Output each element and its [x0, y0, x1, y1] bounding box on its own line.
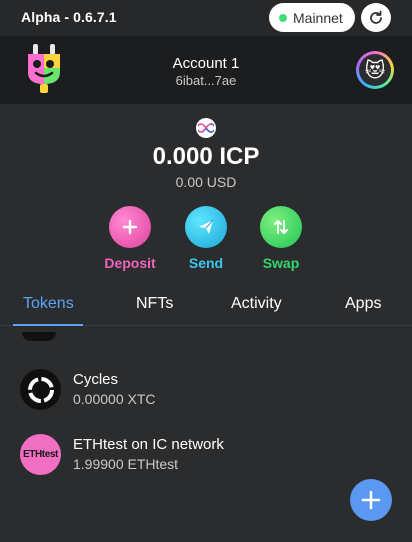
tab-tokens[interactable]: Tokens: [23, 295, 74, 313]
network-label: Mainnet: [293, 9, 343, 26]
top-bar: Alpha - 0.6.7.1 Mainnet: [0, 0, 412, 36]
token-icon-partial: [22, 332, 56, 341]
swap-label: Swap: [262, 255, 300, 271]
token-name: ETHtest on IC network: [73, 436, 224, 453]
token-amount: 0.00000 XTC: [73, 391, 156, 407]
cycles-icon: [20, 369, 61, 410]
token-row-ethtest[interactable]: ETHtest ETHtest on IC network 1.99900 ET…: [0, 430, 412, 478]
network-status-dot: [279, 13, 287, 22]
add-token-button[interactable]: [350, 479, 392, 521]
tab-activity[interactable]: Activity: [231, 295, 282, 313]
refresh-button[interactable]: [361, 3, 391, 32]
dfinity-icon: [196, 118, 216, 138]
balance-icp: 0.000 ICP: [152, 143, 260, 170]
token-name: Cycles: [73, 371, 119, 388]
balance-usd: 0.00 USD: [175, 174, 237, 190]
send-label: Send: [188, 255, 224, 271]
deposit-label: Deposit: [104, 255, 156, 271]
account-avatar[interactable]: 😻: [356, 51, 394, 89]
account-name[interactable]: Account 1: [0, 55, 412, 72]
plus-icon: [109, 206, 151, 248]
paper-plane-icon: [185, 206, 227, 248]
cat-avatar-icon: 😻: [359, 54, 391, 86]
swap-arrows-icon: [260, 206, 302, 248]
deposit-button[interactable]: Deposit: [90, 206, 170, 276]
ethtest-token-icon: ETHtest: [20, 434, 61, 475]
active-tab-indicator: [13, 324, 83, 326]
swap-button[interactable]: Swap: [241, 206, 321, 276]
account-header: Account 1 6ibat...7ae 😻: [0, 36, 412, 104]
refresh-icon: [370, 10, 382, 24]
token-row-cycles[interactable]: Cycles 0.00000 XTC: [0, 365, 412, 413]
send-button[interactable]: Send: [166, 206, 246, 276]
tab-apps[interactable]: Apps: [345, 295, 381, 313]
plus-icon: [361, 490, 381, 510]
tab-bar: Tokens NFTs Activity Apps: [0, 284, 412, 326]
account-address[interactable]: 6ibat...7ae: [0, 73, 412, 88]
token-amount: 1.99900 ETHtest: [73, 456, 179, 472]
version-label: Alpha - 0.6.7.1: [21, 9, 117, 25]
network-selector[interactable]: Mainnet: [269, 3, 355, 32]
tab-nfts[interactable]: NFTs: [136, 295, 173, 313]
